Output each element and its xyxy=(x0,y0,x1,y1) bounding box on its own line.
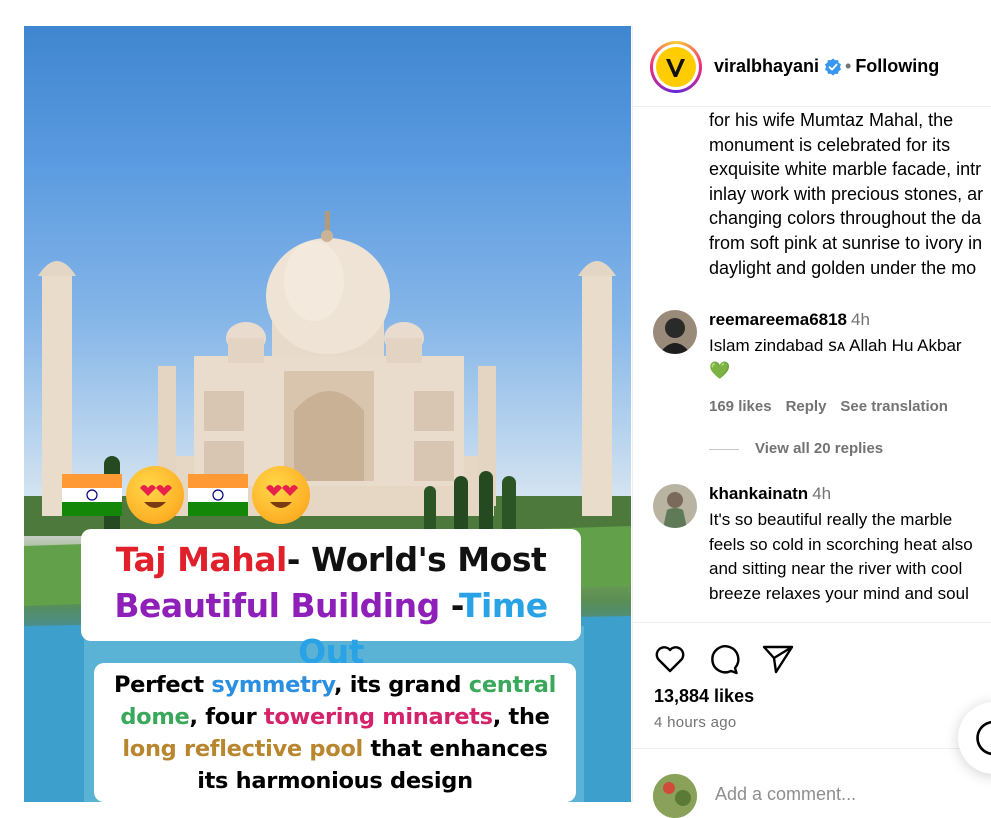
caption-line: for his wife Mumtaz Mahal, the xyxy=(709,110,954,130)
heart-eyes-emoji-icon xyxy=(252,466,310,524)
comment-time: 4h xyxy=(851,310,870,329)
comment-username-text[interactable]: reemareema6818 xyxy=(709,310,847,329)
replies-divider xyxy=(709,448,739,450)
comment-divider xyxy=(633,748,991,749)
messages-button[interactable] xyxy=(958,702,991,774)
post-timestamp: 4 hours ago xyxy=(654,714,737,731)
see-translation-button[interactable]: See translation xyxy=(840,398,948,415)
headline-part: - World's Most xyxy=(286,540,547,579)
subtext-part: symmetry xyxy=(211,672,334,698)
headline-part: Beautiful Building xyxy=(114,586,440,625)
india-flag-icon xyxy=(188,474,248,516)
comment-meta: 169 likes Reply See translation xyxy=(709,398,962,415)
viral-logo-icon xyxy=(657,48,695,86)
heart-eyes-emoji-icon xyxy=(126,466,184,524)
headline-part: Taj Mahal xyxy=(115,540,288,579)
page-margin-top xyxy=(0,0,991,26)
view-replies-button[interactable]: View all 20 replies xyxy=(709,440,883,457)
post-details-panel: viralbhayani • Following for his wife Mum… xyxy=(632,26,991,818)
comment-text-line: feels so cold in scorching heat also xyxy=(709,534,973,554)
messenger-icon xyxy=(976,720,991,756)
subtext-part: dome xyxy=(120,704,190,730)
comment-text: It's so beautiful really the marble feel… xyxy=(709,508,973,606)
media-headline: Taj Mahal- World's Most Beautiful Buildi… xyxy=(81,529,581,671)
headline-part: - xyxy=(439,586,460,625)
subtext-part: Perfect xyxy=(113,672,212,698)
comment-username[interactable]: khankainatn 4h xyxy=(709,484,831,504)
caption-line: daylight and golden under the mo xyxy=(709,257,977,278)
following-button[interactable]: • Following xyxy=(845,56,939,77)
follow-label: Following xyxy=(855,56,940,76)
caption-line: inlay work with precious stones, ar xyxy=(709,183,984,204)
comment-text-line: 💚 xyxy=(709,360,731,380)
media-subtext: Perfect symmetry, its grand central dome… xyxy=(94,663,576,802)
actions-divider xyxy=(633,622,991,623)
comment-text-line: It's so beautiful really the marble xyxy=(709,510,953,529)
view-replies-label: View all 20 replies xyxy=(755,440,884,457)
comment-time: 4h xyxy=(812,484,832,503)
comment-likes[interactable]: 169 likes xyxy=(709,398,772,415)
comment-text-line: breeze relaxes your mind and soul xyxy=(709,583,969,603)
subtext-part: central xyxy=(468,672,557,698)
likes-count[interactable]: 13,884 likes xyxy=(654,686,754,707)
post-caption: for his wife Mumtaz Mahal, the monument … xyxy=(709,108,991,280)
avatar xyxy=(653,774,697,818)
follow-separator: • xyxy=(845,56,852,76)
avatar[interactable] xyxy=(653,310,697,354)
caption-line: exquisite white marble facade, intr xyxy=(709,159,982,180)
comment-text-line: and sitting near the river with cool xyxy=(709,559,963,578)
subtext-part: , the xyxy=(492,704,550,730)
post-header: viralbhayani • Following xyxy=(633,26,991,107)
avatar[interactable] xyxy=(653,484,697,528)
comment-text: Islam zindabad ꜱᴀ Allah Hu Akbar 💚 xyxy=(709,334,962,383)
verified-badge-icon xyxy=(825,58,841,76)
post-media[interactable]: Taj Mahal- World's Most Beautiful Buildi… xyxy=(24,26,631,802)
india-flag-icon xyxy=(62,474,122,516)
page-margin-left xyxy=(0,0,24,802)
caption-line: from soft pink at sunrise to ivory in xyxy=(709,232,983,253)
caption-line: monument is celebrated for its xyxy=(709,134,951,155)
comment-text-line: Islam zindabad ꜱᴀ Allah Hu Akbar xyxy=(709,336,962,355)
caption-line: changing colors throughout the da xyxy=(709,208,982,229)
subtext-part: that enhances xyxy=(362,736,548,762)
heart-icon[interactable] xyxy=(653,642,687,676)
subtext-part: its harmonious design xyxy=(197,768,473,794)
subtext-part: , four xyxy=(189,704,264,730)
subtext-part: towering minarets xyxy=(263,704,493,730)
reply-button[interactable]: Reply xyxy=(786,398,827,415)
post-username[interactable]: viralbhayani xyxy=(714,56,819,77)
comment-username-text[interactable]: khankainatn xyxy=(709,484,808,503)
subtext-part: long reflective pool xyxy=(122,736,363,762)
comment-username[interactable]: reemareema6818 4h xyxy=(709,310,870,330)
subtext-part: , its grand xyxy=(333,672,469,698)
comment-icon[interactable] xyxy=(707,642,741,676)
avatar[interactable] xyxy=(650,41,702,93)
share-icon[interactable] xyxy=(761,642,795,676)
